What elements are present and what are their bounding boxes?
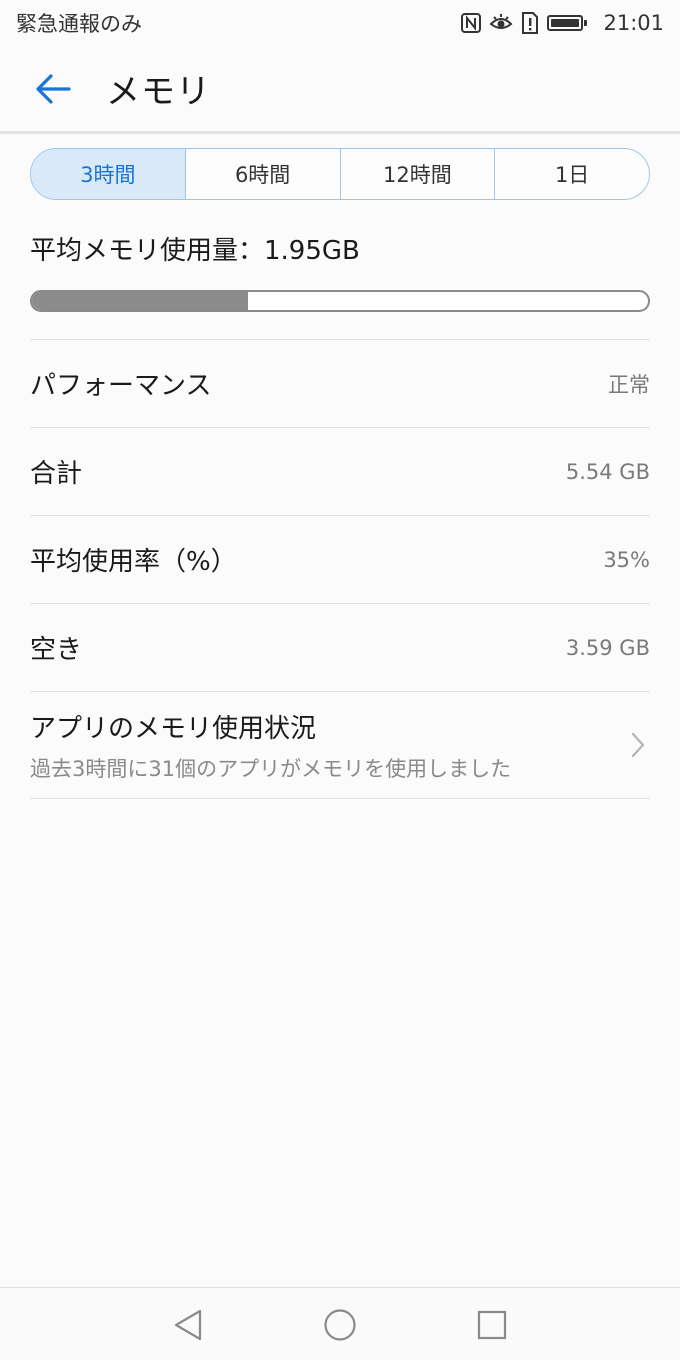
app-memory-usage-title: アプリのメモリ使用状況 bbox=[30, 713, 317, 744]
status-bar: 緊急通報のみ 21:01 bbox=[0, 0, 680, 46]
arrow-left-icon bbox=[36, 73, 71, 104]
row-value: 35% bbox=[603, 547, 650, 572]
row-label: 空き bbox=[30, 635, 83, 665]
back-button[interactable] bbox=[28, 64, 78, 114]
list-item-average-usage-rate: 平均使用率（%） 35% bbox=[30, 516, 650, 604]
row-label: 合計 bbox=[30, 459, 83, 489]
row-label: パフォーマンス bbox=[30, 371, 212, 401]
row-value: 5.54 GB bbox=[565, 459, 650, 484]
clock-time: 21:01 bbox=[603, 11, 664, 35]
row-value: 正常 bbox=[608, 372, 650, 397]
home-circle-icon bbox=[324, 1309, 356, 1341]
memory-usage-bar bbox=[30, 290, 650, 312]
list-item-performance: パフォーマンス 正常 bbox=[30, 340, 650, 428]
tab-3-hours[interactable]: 3時間 bbox=[31, 149, 185, 199]
tab-6-hours[interactable]: 6時間 bbox=[184, 149, 340, 199]
nfc-icon bbox=[461, 13, 482, 33]
carrier-text: 緊急通報のみ bbox=[16, 12, 142, 36]
memory-usage-bar-fill bbox=[32, 292, 248, 310]
chevron-right-icon bbox=[630, 731, 646, 759]
row-label: 平均使用率（%） bbox=[30, 547, 237, 577]
app-bar: メモリ bbox=[0, 46, 680, 134]
recents-square-icon bbox=[477, 1310, 507, 1340]
list-item-free: 空き 3.59 GB bbox=[30, 604, 650, 692]
row-value: 3.59 GB bbox=[565, 635, 650, 660]
app-memory-usage-item[interactable]: アプリのメモリ使用状況 過去3時間に31個のアプリがメモリを使用しました bbox=[30, 692, 650, 799]
time-range-tabs: 3時間 6時間 12時間 1日 bbox=[30, 148, 650, 200]
nav-recents-button[interactable] bbox=[475, 1308, 509, 1342]
nav-back-button[interactable] bbox=[171, 1308, 205, 1342]
status-icons: 21:01 bbox=[461, 11, 664, 35]
sim-alert-icon bbox=[521, 12, 539, 34]
tab-12-hours[interactable]: 12時間 bbox=[339, 149, 495, 199]
average-memory-usage: 平均メモリ使用量：1.95GB bbox=[30, 236, 360, 266]
nav-home-button[interactable] bbox=[323, 1308, 357, 1342]
back-triangle-icon bbox=[174, 1309, 202, 1341]
eye-comfort-icon bbox=[489, 13, 513, 33]
tab-1-day[interactable]: 1日 bbox=[494, 149, 649, 199]
memory-info-list: パフォーマンス 正常 合計 5.54 GB 平均使用率（%） 35% 空き 3.… bbox=[30, 339, 650, 799]
battery-icon bbox=[547, 15, 588, 31]
app-memory-usage-subtitle: 過去3時間に31個のアプリがメモリを使用しました bbox=[30, 756, 512, 781]
page-title: メモリ bbox=[106, 72, 211, 112]
system-navigation-bar bbox=[0, 1287, 680, 1360]
list-item-total: 合計 5.54 GB bbox=[30, 428, 650, 516]
